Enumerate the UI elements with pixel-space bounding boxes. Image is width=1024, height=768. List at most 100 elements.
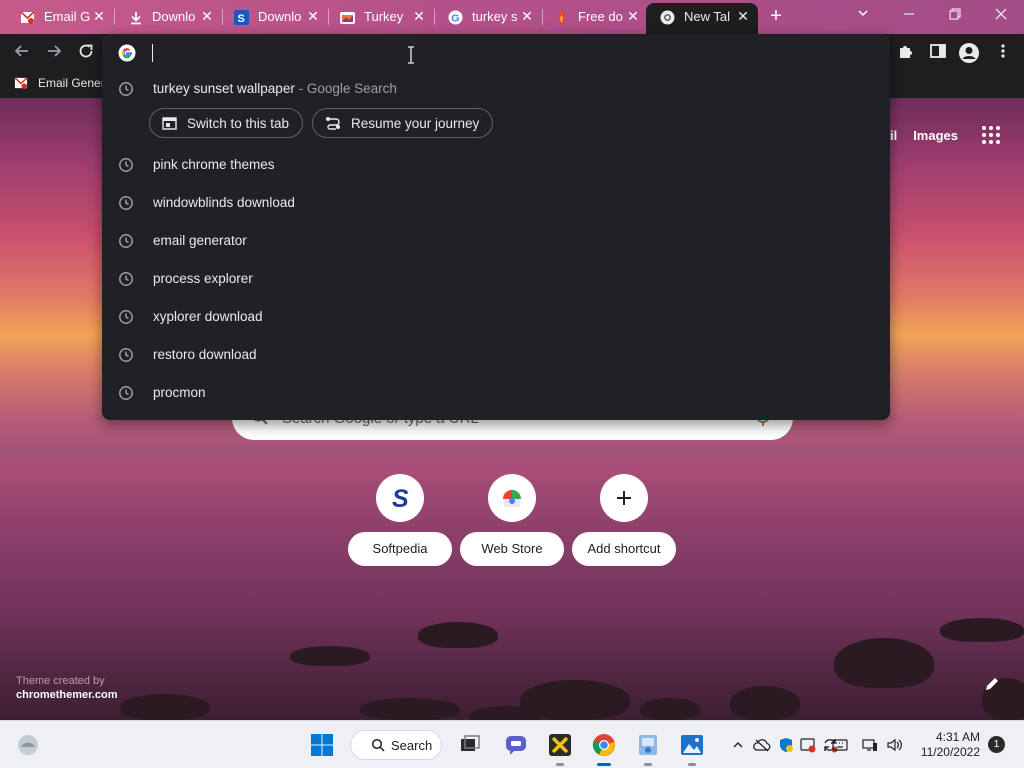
address-bar[interactable]	[102, 34, 890, 72]
tab-title: turkey s	[472, 9, 518, 24]
images-link[interactable]: Images	[913, 128, 958, 143]
xyplorer-app-icon[interactable]	[546, 731, 574, 759]
restore-button[interactable]	[932, 4, 978, 28]
close-icon[interactable]: ✕	[92, 9, 106, 23]
customize-pencil-icon[interactable]	[980, 676, 1004, 700]
taskbar-clock[interactable]: 4:31 AM 11/20/2022	[916, 730, 980, 760]
start-windows-icon[interactable]	[308, 731, 336, 759]
omnibox-suggestion[interactable]: procmon	[102, 374, 890, 412]
omnibox-suggestion[interactable]: process explorer	[102, 260, 890, 298]
suggestion-text: process explorer	[153, 271, 253, 286]
text-caret	[152, 44, 153, 62]
suggestion-text: restoro download	[153, 347, 257, 362]
shortcut-web-store[interactable]: Web Store	[460, 474, 564, 566]
close-icon[interactable]: ✕	[520, 9, 534, 23]
tab-title: Free do	[578, 9, 623, 24]
rock	[120, 694, 210, 720]
omnibox-suggestion[interactable]: windowblinds download	[102, 184, 890, 222]
app-status-icon[interactable]	[798, 735, 818, 755]
photos-app-icon[interactable]	[678, 731, 706, 759]
volume-speaker-icon[interactable]	[884, 735, 904, 755]
rock	[360, 698, 460, 720]
task-view-icon[interactable]	[456, 731, 484, 759]
web-store-icon	[488, 474, 536, 522]
show-hidden-icons-chevron-icon[interactable]	[728, 735, 748, 755]
close-icon[interactable]: ✕	[412, 9, 426, 23]
suggestion-text: xyplorer download	[153, 309, 263, 324]
tab-turkey[interactable]: Turkey ✕	[320, 3, 434, 31]
onedrive-cloud-icon[interactable]	[752, 735, 772, 755]
network-icon[interactable]	[860, 735, 880, 755]
plus-icon	[600, 474, 648, 522]
history-clock-icon	[118, 385, 134, 404]
taskbar-search-button[interactable]: Search	[350, 730, 442, 760]
omnibox-suggestion[interactable]: turkey sunset wallpaper - Google Search	[102, 70, 890, 108]
tab-new-tab[interactable]: New Tal ✕	[646, 3, 758, 34]
close-window-button[interactable]	[978, 4, 1024, 28]
shortcut-softpedia[interactable]: S Softpedia	[348, 474, 452, 566]
chrome-favicon	[660, 10, 675, 25]
chrome-menu-icon[interactable]	[992, 42, 1014, 64]
profile-avatar-icon[interactable]	[958, 42, 980, 64]
google-icon	[118, 44, 136, 67]
minimize-button[interactable]	[886, 4, 932, 28]
tab-strip: Email G ✕ Downlo ✕ S Downlo ✕ Turkey ✕ G…	[0, 0, 1024, 34]
omnibox-suggestion[interactable]: email generator	[102, 222, 890, 260]
google-apps-icon[interactable]	[982, 126, 1000, 144]
close-icon[interactable]: ✕	[626, 9, 640, 23]
theme-credit-link[interactable]: chromethemer.com	[16, 688, 117, 702]
back-button[interactable]	[11, 42, 33, 64]
svg-text:S: S	[392, 485, 409, 511]
tab-email-generator[interactable]: Email G ✕	[0, 3, 114, 31]
close-icon[interactable]: ✕	[200, 9, 214, 23]
omnibox-suggestion[interactable]: xyplorer download	[102, 298, 890, 336]
tab-download[interactable]: Downlo ✕	[108, 3, 222, 31]
new-tab-button[interactable]: +	[764, 5, 788, 29]
close-icon[interactable]: ✕	[306, 9, 320, 23]
rock	[640, 698, 700, 720]
bookmark-email-generator[interactable]: Email Gener	[14, 76, 105, 90]
widgets-icon[interactable]	[14, 731, 42, 759]
tab-title: Downlo	[258, 9, 302, 24]
security-shield-icon[interactable]	[776, 735, 796, 755]
theme-credit-label: Theme created by	[16, 675, 105, 687]
journey-icon	[325, 116, 341, 130]
history-clock-icon	[118, 195, 134, 214]
running-indicator	[688, 763, 696, 766]
side-panel-icon[interactable]	[927, 42, 949, 64]
tab-softpedia-download[interactable]: S Downlo ✕	[214, 3, 328, 31]
rock	[290, 646, 370, 666]
app-installer-icon[interactable]	[634, 731, 662, 759]
tab-turkey-search[interactable]: G turkey s ✕	[428, 3, 542, 31]
forward-button[interactable]	[43, 42, 65, 64]
turkey-site-favicon	[340, 10, 355, 25]
google-favicon: G	[448, 10, 463, 25]
tab-search-chevron-icon[interactable]	[840, 4, 886, 28]
omnibox-suggestion[interactable]: pink chrome themes	[102, 146, 890, 184]
teams-chat-icon[interactable]	[502, 731, 530, 759]
notification-badge[interactable]: 1	[988, 736, 1005, 753]
resume-journey-button[interactable]: Resume your journey	[312, 108, 494, 138]
extensions-puzzle-icon[interactable]	[895, 42, 917, 64]
chrome-app-icon[interactable]	[590, 731, 618, 759]
touch-keyboard-icon[interactable]	[830, 735, 850, 755]
gmail-link[interactable]: il	[890, 128, 897, 143]
theme-credit: Theme created by chromethemer.com	[16, 674, 117, 702]
history-clock-icon	[118, 233, 134, 252]
shortcut-add[interactable]: Add shortcut	[572, 474, 676, 566]
close-icon[interactable]: ✕	[736, 9, 750, 23]
softpedia-icon: S	[376, 474, 424, 522]
reload-button[interactable]	[75, 42, 97, 64]
switch-tab-icon	[162, 116, 177, 130]
tab-free-download[interactable]: Free do ✕	[534, 3, 648, 31]
svg-text:S: S	[238, 13, 245, 25]
suggestion-text: email generator	[153, 233, 247, 248]
history-clock-icon	[118, 271, 134, 290]
running-indicator	[644, 763, 652, 766]
download-icon	[128, 10, 143, 25]
omnibox-suggestion[interactable]: restoro download	[102, 336, 890, 374]
history-clock-icon	[118, 309, 134, 328]
tab-title: New Tal	[684, 9, 730, 24]
switch-to-tab-button[interactable]: Switch to this tab	[149, 108, 304, 138]
email-generator-favicon	[20, 10, 35, 25]
